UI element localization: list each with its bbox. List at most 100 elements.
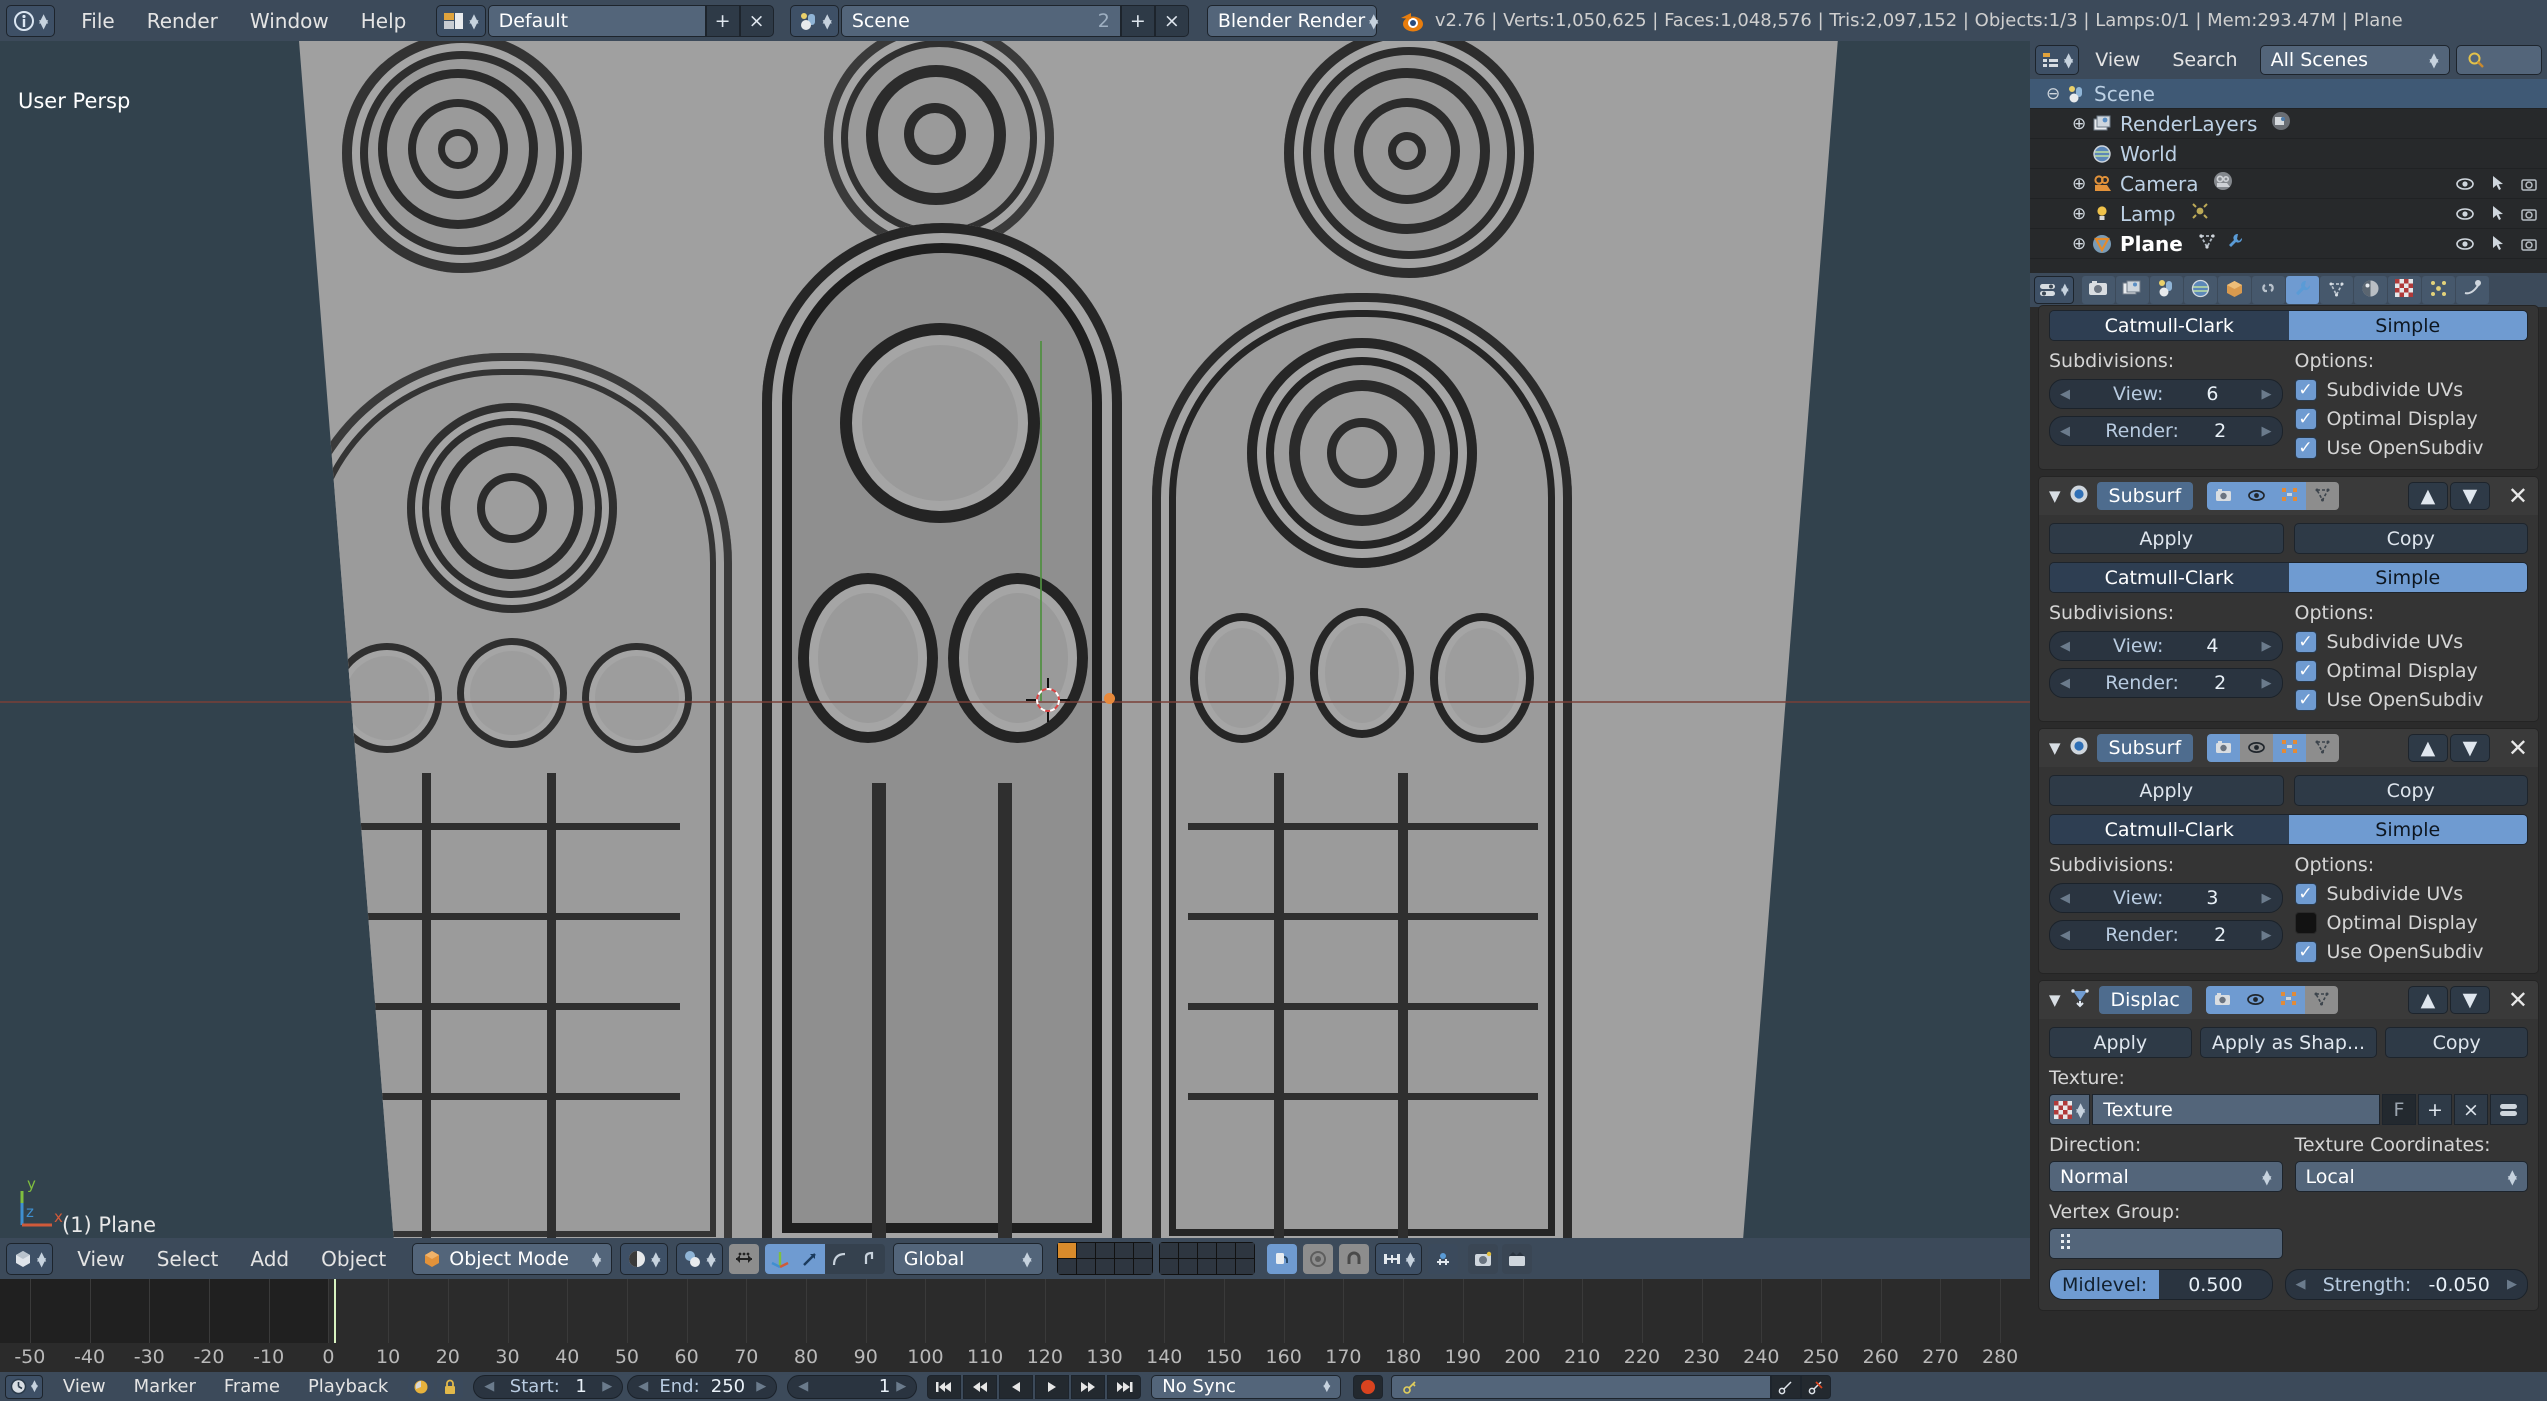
outliner-row-camera[interactable]: ⊕ Camera [2030,169,2547,199]
decrement-arrow-icon[interactable]: ◀ [2060,424,2070,439]
increment-arrow-icon[interactable]: ▶ [602,1379,612,1394]
delete-scene-button[interactable]: × [1154,4,1189,37]
expand-toggle-icon[interactable]: ⊕ [2072,234,2092,254]
timeline-menu-playback[interactable]: Playback [294,1377,402,1396]
direction-dropdown[interactable]: Normal ▲ ▼ [2049,1161,2283,1192]
layer-cell[interactable] [1133,1259,1152,1274]
subdivision-type-toggle[interactable]: Catmull-Clark Simple [2049,814,2528,845]
modifier-header[interactable]: ▼ Displac ▲ ▼ ✕ [2039,981,2538,1019]
increment-arrow-icon[interactable]: ▶ [2262,891,2272,906]
add-scene-button[interactable]: + [1120,4,1155,37]
previous-keyframe-button[interactable] [963,1374,998,1399]
scene-name-field[interactable]: Scene 2 [840,4,1121,37]
texture-coordinates-dropdown[interactable]: Local ▲ ▼ [2294,1161,2528,1192]
browse-texture-icon[interactable] [2490,1094,2528,1125]
increment-arrow-icon[interactable]: ▶ [896,1379,906,1394]
modifier-header[interactable]: ▼ Subsurf ▲ ▼ ✕ [2039,729,2538,767]
layer-cell[interactable] [1159,1259,1178,1274]
auto-keyframe-button[interactable] [408,1374,435,1399]
render-opengl-animation-button[interactable] [1501,1243,1532,1274]
restrict-render-camera-icon[interactable] [2521,232,2539,256]
expand-toggle-icon[interactable]: ⊕ [2072,174,2092,194]
increment-arrow-icon[interactable]: ▶ [2507,1277,2517,1292]
checkbox-icon[interactable]: ✓ [2294,941,2317,963]
frame-end-field[interactable]: ◀ End: 250 ▶ [627,1374,778,1399]
decrement-arrow-icon[interactable]: ◀ [2060,891,2070,906]
timeline-menu-frame[interactable]: Frame [210,1377,294,1396]
increment-arrow-icon[interactable]: ▶ [2261,676,2271,691]
render-levels-field[interactable]: ◀ Render: 2 ▶ [2049,668,2283,698]
layer-cell[interactable] [1095,1259,1114,1274]
texture-tab[interactable] [2387,276,2421,304]
editmode-toggle-button[interactable] [2273,482,2307,510]
expand-toggle-icon[interactable]: ⊕ [2072,204,2092,224]
mesh-data-icon[interactable] [2197,231,2217,256]
layer-cell-active[interactable] [1057,1243,1076,1258]
camera-data-icon[interactable] [2213,171,2233,196]
keying-set-field[interactable] [1391,1374,1772,1399]
modifier-panel-subsurf-3[interactable]: ▼ Subsurf ▲ ▼ ✕ Apply Copy Catmull-Clark Simple S… [2038,728,2539,974]
option-optimal-display[interactable]: ✓ Optimal Display [2294,660,2529,682]
menu-file[interactable]: File [65,11,130,31]
realtime-eye-button[interactable] [2240,734,2274,762]
layer-cell[interactable] [1197,1243,1216,1258]
simple-option[interactable]: Simple [2288,311,2527,340]
option-optimal-display[interactable]: ✓ Optimal Display [2294,408,2529,430]
subdivision-type-toggle[interactable]: Catmull-Clark Simple [2049,310,2528,341]
option-subdivide-uvs[interactable]: ✓ Subdivide UVs [2294,631,2529,653]
outliner-row-plane[interactable]: ⊕ Plane [2030,229,2547,259]
outliner-editor[interactable]: ▲ ▼ View Search All Scenes ▲ ▼ ⊖ Scene ⊕ Rend… [2030,41,2547,273]
render-tab[interactable] [2081,276,2115,304]
checker-texture-icon[interactable]: ▲ ▼ [2049,1094,2091,1125]
checkbox-icon[interactable]: ✓ [2294,437,2317,459]
layer-cell[interactable] [1114,1243,1133,1258]
panel-collapse-icon[interactable]: ▼ [2049,739,2061,757]
modifier-panel-displace[interactable]: ▼ Displac ▲ ▼ ✕ Apply Apply as Shap... Copy Text… [2038,980,2539,1311]
layer-cell[interactable] [1197,1259,1216,1274]
catmull-clark-option[interactable]: Catmull-Clark [2050,815,2289,844]
viewport-shading-selector[interactable]: ▲ ▼ [620,1242,668,1275]
layer-cell[interactable] [1235,1259,1254,1274]
apply-as-shapekey-button[interactable]: Apply as Shap... [2199,1027,2378,1058]
unlink-texture-button[interactable]: × [2454,1094,2488,1125]
timeline-ruler[interactable]: -50 -40 -30 -20 -10 0 10 20 30 40 50 60 70 80 90 100 110… [0,1279,2030,1372]
modifiers-tab[interactable] [2285,276,2319,304]
render-engine-dropdown[interactable]: Blender Render ▲ ▼ [1206,4,1378,37]
3d-viewport[interactable]: User Persp (1) Plane y z x [0,41,2030,1238]
viewport-menu-select[interactable]: Select [141,1249,235,1269]
lock-timeline-button[interactable] [437,1374,464,1399]
restrict-render-camera-icon[interactable] [2521,172,2539,196]
layer-block-left[interactable] [1056,1242,1153,1275]
render-levels-field[interactable]: ◀ Render: 2 ▶ [2049,920,2283,950]
properties-tab-bar[interactable] [2081,276,2489,304]
layer-cell[interactable] [1076,1259,1095,1274]
particles-tab[interactable] [2421,276,2455,304]
outliner-menu-search[interactable]: Search [2156,50,2253,70]
decrement-arrow-icon[interactable]: ◀ [484,1379,494,1394]
scale-manipulator-button[interactable] [824,1243,855,1274]
remove-modifier-button[interactable]: ✕ [2508,736,2528,760]
increment-arrow-icon[interactable]: ▶ [2262,639,2272,654]
increment-arrow-icon[interactable]: ▶ [2262,387,2272,402]
frame-start-field[interactable]: ◀ Start: 1 ▶ [473,1374,624,1399]
layer-cell[interactable] [1235,1243,1254,1258]
menu-help[interactable]: Help [345,11,423,31]
outliner-tree[interactable]: ⊖ Scene ⊕ RenderLayers World ⊕ Camera ⊕ Lamp ⊕ Pla… [2030,79,2547,259]
layer-block-right[interactable] [1158,1242,1255,1275]
jump-to-end-button[interactable] [1107,1374,1142,1399]
outliner-search-field[interactable] [2455,45,2542,75]
menu-window[interactable]: Window [234,11,345,31]
timeline-editor[interactable]: -50 -40 -30 -20 -10 0 10 20 30 40 50 60 70 80 90 100 110… [0,1279,2030,1372]
simple-option[interactable]: Simple [2288,563,2527,592]
increment-arrow-icon[interactable]: ▶ [756,1379,766,1394]
pivot-point-selector[interactable]: ▲ ▼ [675,1242,723,1275]
restrict-view-eye-icon[interactable] [2455,232,2475,256]
increment-arrow-icon[interactable]: ▶ [2261,928,2271,943]
editor-type-info-selector[interactable]: ▲ ▼ [6,4,56,37]
screen-layout-icon-selector[interactable]: ▲ ▼ [436,4,486,37]
decrement-arrow-icon[interactable]: ◀ [2296,1277,2306,1292]
layer-cell[interactable] [1216,1243,1235,1258]
modifier-stack[interactable]: Catmull-Clark Simple Subdivisions: ◀ View: 6 ▶… [2030,305,2547,1311]
editmode-toggle-button[interactable] [2271,986,2305,1014]
decrement-arrow-icon[interactable]: ◀ [638,1379,648,1394]
